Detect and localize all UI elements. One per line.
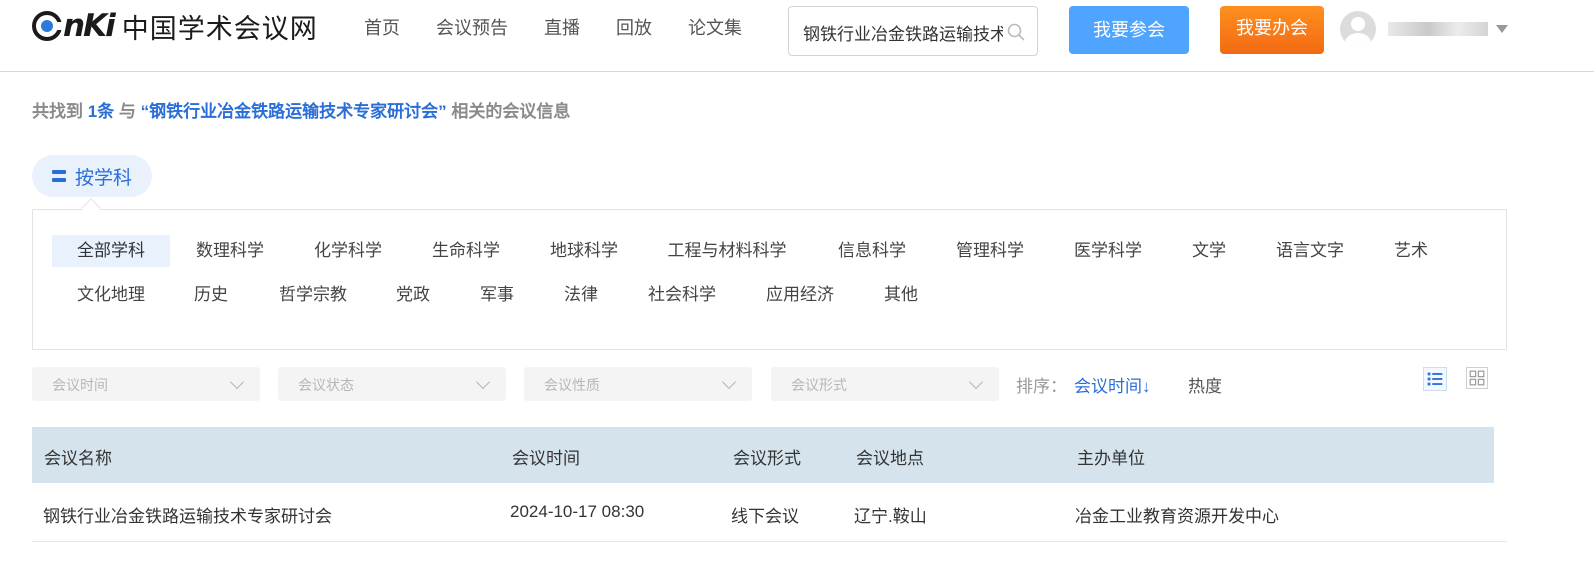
grid-view-icon[interactable] (1466, 367, 1488, 389)
subject-party-politics[interactable]: 党政 (389, 279, 437, 311)
subject-social-science[interactable]: 社会科学 (635, 279, 729, 311)
summary-mid: 与 (114, 102, 141, 121)
site-title: 中国学术会议网 (121, 13, 318, 44)
site-logo[interactable]: nKi 中国学术会议网 (32, 6, 318, 46)
subject-other[interactable]: 其他 (877, 279, 925, 311)
subject-applied-economics[interactable]: 应用经济 (753, 279, 847, 311)
list-icon (52, 170, 66, 182)
subject-law[interactable]: 法律 (557, 279, 605, 311)
column-header-location: 会议地点 (856, 449, 924, 468)
subject-engineering-materials[interactable]: 工程与材料科学 (657, 235, 797, 267)
main-nav: 首页 会议预告 直播 回放 论文集 (364, 14, 778, 42)
subject-math-physics[interactable]: 数理科学 (183, 235, 277, 267)
cell-conference-name[interactable]: 钢铁行业冶金铁路运输技术专家研讨会 (43, 502, 332, 527)
subject-philosophy-religion[interactable]: 哲学宗教 (266, 279, 360, 311)
top-header: nKi 中国学术会议网 首页 会议预告 直播 回放 论文集 我要参会 我要办会 (0, 0, 1594, 72)
subject-panel: 全部学科 数理科学 化学科学 生命科学 地球科学 工程与材料科学 信息科学 管理… (32, 209, 1507, 350)
subject-cultural-geography[interactable]: 文化地理 (64, 279, 158, 311)
search-box (788, 6, 1038, 56)
tab-by-subject-label: 按学科 (75, 167, 133, 189)
filter-conference-form-label: 会议形式 (791, 377, 847, 393)
cnki-logo-icon: nKi (32, 8, 116, 44)
tab-by-subject[interactable]: 按学科 (32, 155, 152, 197)
column-header-form: 会议形式 (733, 449, 801, 468)
filter-conference-status-label: 会议状态 (298, 377, 354, 393)
chevron-down-icon (1496, 25, 1508, 33)
cell-organizer: 冶金工业教育资源开发中心 (1075, 507, 1279, 526)
sort-by-time[interactable]: 会议时间↓ (1074, 372, 1151, 397)
sort-label: 排序： (1016, 377, 1067, 396)
column-header-organizer: 主办单位 (1077, 449, 1145, 468)
subject-chemistry[interactable]: 化学科学 (301, 235, 395, 267)
host-conference-button[interactable]: 我要办会 (1220, 6, 1324, 54)
subject-military[interactable]: 军事 (473, 279, 521, 311)
search-query: “钢铁行业冶金铁路运输技术专家研讨会” (140, 102, 447, 121)
filter-conference-nature[interactable]: 会议性质 (524, 367, 752, 401)
chevron-down-icon (229, 374, 245, 390)
avatar (1340, 11, 1376, 47)
summary-prefix: 共找到 (32, 102, 88, 121)
table-row[interactable]: 钢铁行业冶金铁路运输技术专家研讨会 2024-10-17 08:30 线下会议 … (32, 483, 1507, 542)
nav-replay[interactable]: 回放 (616, 14, 652, 42)
nav-conference-preview[interactable]: 会议预告 (436, 14, 508, 42)
filter-conference-nature-label: 会议性质 (544, 377, 600, 393)
subject-life-science[interactable]: 生命科学 (419, 235, 513, 267)
summary-suffix: 相关的会议信息 (446, 102, 571, 121)
nav-live[interactable]: 直播 (544, 14, 580, 42)
chevron-down-icon (721, 374, 737, 390)
column-header-time: 会议时间 (512, 449, 580, 468)
cell-conference-form: 线下会议 (731, 507, 799, 526)
cell-conference-location: 辽宁.鞍山 (854, 507, 927, 526)
search-input[interactable] (803, 19, 1003, 45)
subject-language[interactable]: 语言文字 (1263, 235, 1357, 267)
chevron-down-icon (968, 374, 984, 390)
username-blurred (1388, 22, 1488, 36)
nav-proceedings[interactable]: 论文集 (688, 14, 742, 42)
subject-information-science[interactable]: 信息科学 (825, 235, 919, 267)
user-menu[interactable] (1340, 11, 1508, 47)
subject-all[interactable]: 全部学科 (52, 235, 170, 267)
subject-history[interactable]: 历史 (187, 279, 235, 311)
subject-medical-science[interactable]: 医学科学 (1061, 235, 1155, 267)
result-count: 1条 (87, 102, 115, 121)
table-header: 会议名称 会议时间 会议形式 会议地点 主办单位 (32, 427, 1494, 483)
chevron-down-icon (475, 374, 491, 390)
subject-art[interactable]: 艺术 (1387, 235, 1435, 267)
subject-earth-science[interactable]: 地球科学 (537, 235, 631, 267)
filter-conference-time-label: 会议时间 (52, 377, 108, 393)
join-conference-button[interactable]: 我要参会 (1069, 6, 1189, 54)
filter-conference-form[interactable]: 会议形式 (771, 367, 999, 401)
sort-by-popularity[interactable]: 热度 (1188, 372, 1222, 397)
filter-conference-time[interactable]: 会议时间 (32, 367, 260, 401)
cell-conference-time: 2024-10-17 08:30 (510, 502, 645, 521)
result-summary: 共找到 1条 与 “钢铁行业冶金铁路运输技术专家研讨会” 相关的会议信息 (32, 100, 570, 124)
column-header-name: 会议名称 (44, 449, 112, 468)
nav-home[interactable]: 首页 (364, 14, 400, 42)
subject-management-science[interactable]: 管理科学 (943, 235, 1037, 267)
subject-literature[interactable]: 文学 (1185, 235, 1233, 267)
list-view-icon[interactable] (1423, 367, 1447, 391)
search-icon[interactable] (1007, 23, 1025, 41)
filter-conference-status[interactable]: 会议状态 (278, 367, 506, 401)
